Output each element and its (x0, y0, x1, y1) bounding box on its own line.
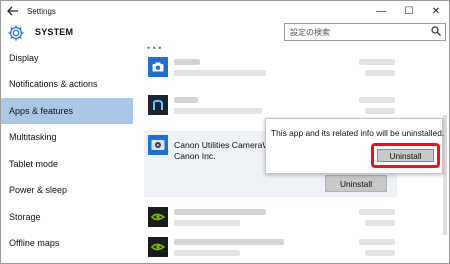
window-title: Settings (27, 6, 56, 16)
sidebar-item-tablet-mode[interactable]: Tablet mode (1, 151, 133, 177)
minimize-button[interactable]: — (367, 1, 395, 21)
app-size-redacted (359, 209, 395, 215)
back-arrow-icon[interactable] (1, 1, 25, 21)
camera-icon (148, 57, 168, 77)
app-date-redacted (365, 70, 395, 76)
uninstall-confirm-flyout: This app and its related info will be un… (265, 118, 445, 174)
sidebar-item-power-sleep[interactable]: Power & sleep (1, 177, 133, 203)
app-size-redacted (359, 97, 395, 103)
uninstall-button[interactable]: Uninstall (325, 175, 387, 192)
app-name: Canon Utilities CameraW (174, 140, 271, 150)
app-publisher-redacted (174, 220, 240, 226)
app-name-redacted (174, 239, 284, 245)
list-item[interactable] (144, 233, 397, 263)
search-input[interactable]: 設定の検索 (284, 23, 446, 41)
app-name-redacted (174, 59, 200, 65)
app-date-redacted (365, 250, 395, 256)
settings-window: Settings — ☐ ✕ SYSTEM 設定の検索 Display Noti… (0, 0, 450, 264)
sidebar: Display Notifications & actions Apps & f… (1, 45, 133, 263)
canon-camera-icon (148, 135, 168, 155)
list-item[interactable] (144, 203, 397, 233)
app-publisher-redacted (174, 70, 266, 76)
app-date-redacted (365, 108, 395, 114)
title-bar: Settings — ☐ ✕ (1, 1, 449, 21)
section-title: SYSTEM (35, 27, 74, 37)
app-size-redacted (359, 59, 395, 65)
list-item[interactable] (144, 53, 397, 83)
flyout-message: This app and its related info will be un… (271, 128, 445, 138)
scroll-indicator: • • • (147, 45, 162, 53)
app-publisher: Canon Inc. (174, 151, 216, 161)
app-publisher-redacted (174, 108, 262, 114)
search-placeholder: 設定の検索 (290, 28, 330, 37)
nvidia-icon (148, 207, 168, 227)
sidebar-item-offline-maps[interactable]: Offline maps (1, 230, 133, 256)
page-header: SYSTEM 設定の検索 (1, 21, 449, 45)
sidebar-item-storage[interactable]: Storage (1, 204, 133, 230)
gear-icon (8, 25, 24, 41)
app-name-redacted (174, 97, 198, 103)
search-icon[interactable] (431, 26, 441, 39)
sidebar-item-apps-features[interactable]: Apps & features (1, 98, 133, 124)
app-publisher-redacted (174, 250, 240, 256)
app-name-redacted (174, 209, 266, 215)
list-item[interactable] (144, 91, 397, 121)
app-size-redacted (359, 239, 395, 245)
highlight-box: Uninstall (371, 143, 440, 168)
sidebar-item-display[interactable]: Display (1, 45, 133, 71)
app-date-redacted (365, 220, 395, 226)
nvidia-icon (148, 237, 168, 257)
sidebar-item-notifications[interactable]: Notifications & actions (1, 71, 133, 97)
close-button[interactable]: ✕ (422, 1, 449, 21)
app-logo-icon (148, 95, 168, 115)
sidebar-item-multitasking[interactable]: Multitasking (1, 124, 133, 150)
confirm-uninstall-button[interactable]: Uninstall (377, 149, 434, 162)
maximize-button[interactable]: ☐ (395, 1, 423, 21)
